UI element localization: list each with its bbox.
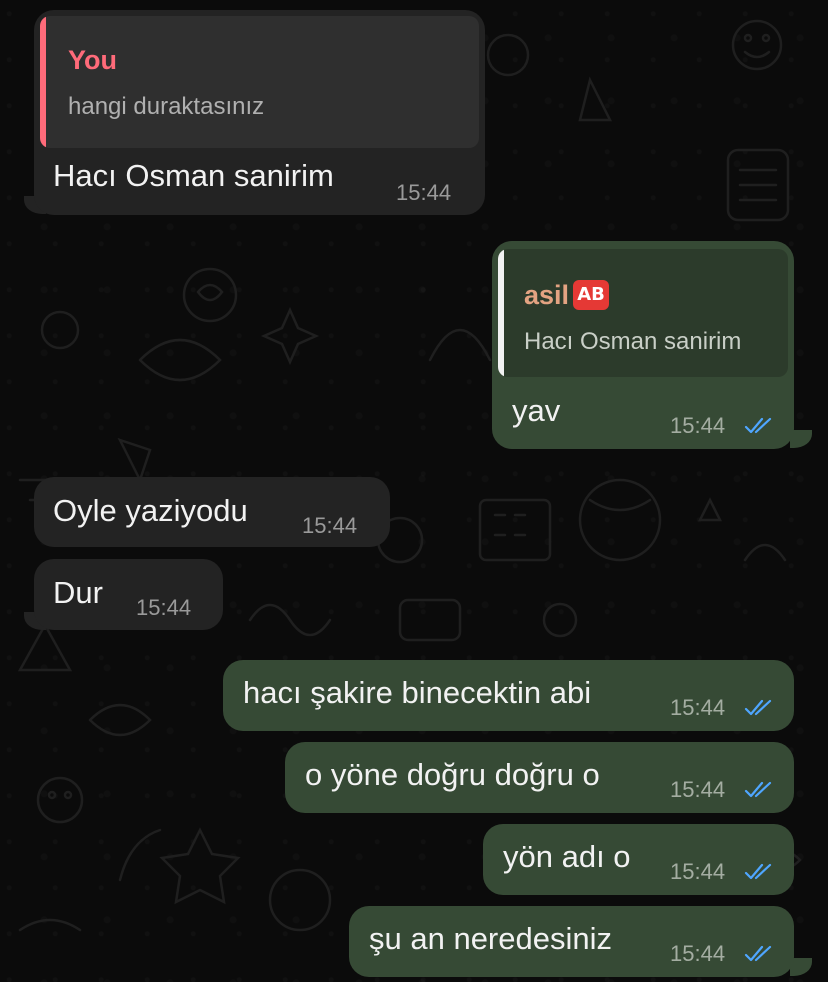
message-text: Hacı Osman sanirim [53, 158, 334, 193]
message-time: 15:44 [136, 595, 192, 620]
read-receipt-icon [744, 863, 772, 880]
message-text: o yöne doğru doğru o [305, 757, 600, 792]
quote-text: Hacı Osman sanirim [524, 328, 742, 355]
message-time: 15:44 [670, 695, 726, 720]
message-time: 15:44 [670, 777, 726, 802]
message-bubble[interactable]: şu an neredesiniz 15:44 [349, 906, 794, 977]
message-bubble[interactable]: Dur 15:44 [34, 559, 223, 630]
message-bubble[interactable]: You hangi duraktasınız Hacı Osman saniri… [34, 10, 485, 215]
message-text: yav [512, 393, 561, 428]
message-text: hacı şakire binecektin abi [243, 675, 592, 710]
message-time: 15:44 [670, 859, 726, 884]
message-bubble[interactable]: o yöne doğru doğru o 15:44 [285, 742, 794, 813]
message-text: şu an neredesiniz [369, 921, 612, 956]
quote-author: You [68, 45, 117, 75]
message-text: Oyle yaziyodu [53, 493, 248, 528]
message-text: Dur [53, 575, 103, 610]
message-time: 15:44 [670, 941, 726, 966]
quote-accent-bar [498, 249, 504, 377]
ab-badge-icon: AB [573, 280, 610, 310]
quote-author-name: asil [524, 280, 570, 310]
message-time: 15:44 [396, 180, 452, 205]
read-receipt-icon [744, 781, 772, 798]
reply-quote[interactable]: You hangi duraktasınız [40, 16, 479, 148]
quote-author: asil AB [524, 279, 610, 311]
read-receipt-icon [744, 417, 772, 434]
message-time: 15:44 [302, 513, 358, 538]
message-time: 15:44 [670, 413, 726, 438]
quote-text: hangi duraktasınız [68, 93, 265, 120]
reply-quote[interactable]: asil AB Hacı Osman sanirim [498, 249, 788, 377]
message-bubble[interactable]: asil AB Hacı Osman sanirim yav 15:44 [492, 241, 794, 449]
message-bubble[interactable]: yön adı o 15:44 [483, 824, 794, 895]
read-receipt-icon [744, 699, 772, 716]
message-bubble[interactable]: hacı şakire binecektin abi 15:44 [223, 660, 794, 731]
message-bubble[interactable]: Oyle yaziyodu 15:44 [34, 477, 390, 547]
message-text: yön adı o [503, 839, 631, 874]
read-receipt-icon [744, 945, 772, 962]
quote-accent-bar [40, 16, 46, 148]
